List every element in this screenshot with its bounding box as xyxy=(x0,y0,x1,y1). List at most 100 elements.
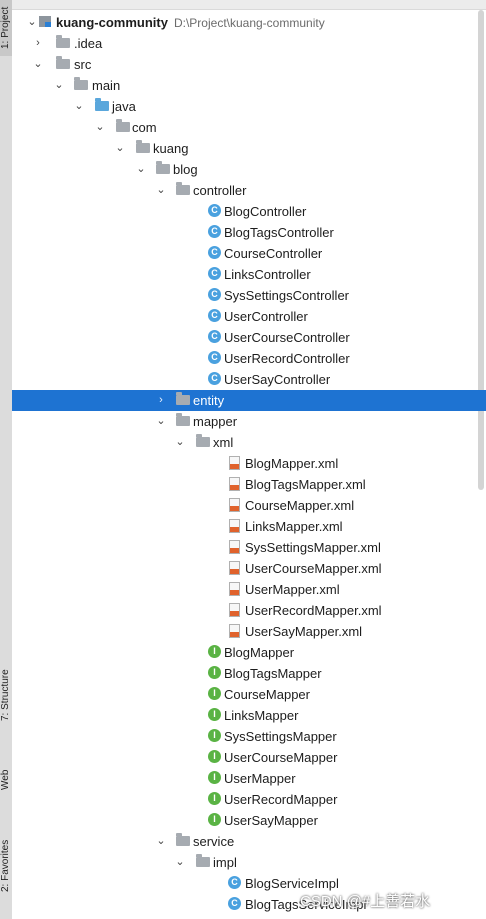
chevron-down-icon[interactable]: ⌄ xyxy=(73,98,85,114)
interface-file-node[interactable]: I BlogMapper xyxy=(12,642,486,663)
tree-node-label: impl xyxy=(213,855,237,870)
class-file-node[interactable]: C CourseController xyxy=(12,243,486,264)
chevron-down-icon[interactable]: ⌄ xyxy=(94,119,106,135)
chevron-down-icon[interactable]: ⌄ xyxy=(155,413,167,429)
tree-node-label: com xyxy=(132,120,157,135)
package-icon xyxy=(116,119,130,132)
tree-node-label: CourseController xyxy=(224,246,323,261)
tree-node-java[interactable]: ⌄ java xyxy=(12,96,486,117)
interface-file-node[interactable]: I UserMapper xyxy=(12,768,486,789)
tree-node-label: UserRecordMapper xyxy=(224,792,338,807)
class-file-node[interactable]: C UserController xyxy=(12,306,486,327)
class-icon: C xyxy=(208,309,221,322)
tree-node-controller[interactable]: ⌄ controller xyxy=(12,180,486,201)
interface-icon: I xyxy=(208,750,221,763)
xml-file-node[interactable]: BlogMapper.xml xyxy=(12,453,486,474)
class-file-node[interactable]: C SysSettingsController xyxy=(12,285,486,306)
tree-node-root[interactable]: ⌄ kuang-community D:\Project\kuang-commun… xyxy=(12,12,486,33)
interface-file-node[interactable]: I UserRecordMapper xyxy=(12,789,486,810)
tree-node-mapper[interactable]: ⌄ mapper xyxy=(12,411,486,432)
tree-node-label: UserSayController xyxy=(224,372,331,387)
tree-node-label: java xyxy=(112,99,136,114)
tree-node-label: main xyxy=(92,78,121,93)
xml-file-node[interactable]: BlogTagsMapper.xml xyxy=(12,474,486,495)
chevron-right-icon[interactable]: › xyxy=(32,35,44,51)
class-icon: C xyxy=(208,288,221,301)
tree-node-label: UserSayMapper.xml xyxy=(245,624,363,639)
module-icon xyxy=(39,16,51,27)
tree-node-xml[interactable]: ⌄ xml xyxy=(12,432,486,453)
source-folder-icon xyxy=(95,98,109,111)
chevron-down-icon[interactable]: ⌄ xyxy=(26,14,38,30)
chevron-down-icon[interactable]: ⌄ xyxy=(174,854,186,870)
folder-icon xyxy=(56,35,70,48)
interface-icon: I xyxy=(208,666,221,679)
chevron-down-icon[interactable]: ⌄ xyxy=(114,140,126,156)
interface-icon: I xyxy=(208,792,221,805)
tree-node-label: BlogMapper xyxy=(224,645,295,660)
tree-node-label: UserMapper.xml xyxy=(245,582,340,597)
tree-node-service[interactable]: ⌄ service xyxy=(12,831,486,852)
chevron-down-icon[interactable]: ⌄ xyxy=(135,161,147,177)
chevron-down-icon[interactable]: ⌄ xyxy=(174,434,186,450)
class-file-node[interactable]: C UserRecordController xyxy=(12,348,486,369)
tree-node-label: BlogTagsController xyxy=(224,225,334,240)
chevron-down-icon[interactable]: ⌄ xyxy=(53,77,65,93)
chevron-down-icon[interactable]: ⌄ xyxy=(155,833,167,849)
interface-icon: I xyxy=(208,687,221,700)
class-file-node[interactable]: C UserSayController xyxy=(12,369,486,390)
tree-node-idea[interactable]: › .idea xyxy=(12,33,486,54)
xml-file-icon xyxy=(229,498,240,512)
chevron-down-icon[interactable]: ⌄ xyxy=(32,56,44,72)
tree-node-main[interactable]: ⌄ main xyxy=(12,75,486,96)
tree-node-label: controller xyxy=(193,183,247,198)
package-icon xyxy=(176,833,190,846)
tree-node-label: UserCourseMapper xyxy=(224,750,338,765)
xml-file-icon xyxy=(229,540,240,554)
interface-file-node[interactable]: I LinksMapper xyxy=(12,705,486,726)
web-tool-tab[interactable]: Web xyxy=(0,760,12,800)
class-icon: C xyxy=(208,204,221,217)
tree-node-label: entity xyxy=(193,393,225,408)
favorites-tool-tab[interactable]: 2: Favorites xyxy=(0,826,12,906)
interface-icon: I xyxy=(208,645,221,658)
interface-icon: I xyxy=(208,708,221,721)
tree-node-com[interactable]: ⌄ com xyxy=(12,117,486,138)
interface-file-node[interactable]: I SysSettingsMapper xyxy=(12,726,486,747)
tree-node-label: UserCourseMapper.xml xyxy=(245,561,382,576)
class-file-node[interactable]: C BlogController xyxy=(12,201,486,222)
tree-node-src[interactable]: ⌄ src xyxy=(12,54,486,75)
tree-node-label: UserMapper xyxy=(224,771,296,786)
tree-node-entity[interactable]: › entity xyxy=(12,390,486,411)
chevron-right-icon[interactable]: › xyxy=(155,392,167,408)
tree-node-kuang[interactable]: ⌄ kuang xyxy=(12,138,486,159)
xml-file-node[interactable]: UserMapper.xml xyxy=(12,579,486,600)
xml-file-icon xyxy=(229,477,240,491)
xml-file-node[interactable]: LinksMapper.xml xyxy=(12,516,486,537)
interface-file-node[interactable]: I BlogTagsMapper xyxy=(12,663,486,684)
structure-tool-tab[interactable]: 7: Structure xyxy=(0,650,12,740)
xml-file-node[interactable]: UserCourseMapper.xml xyxy=(12,558,486,579)
interface-file-node[interactable]: I UserCourseMapper xyxy=(12,747,486,768)
tree-node-impl[interactable]: ⌄ impl xyxy=(12,852,486,873)
interface-file-node[interactable]: I CourseMapper xyxy=(12,684,486,705)
xml-file-node[interactable]: UserSayMapper.xml xyxy=(12,621,486,642)
xml-file-icon xyxy=(229,561,240,575)
class-file-node[interactable]: C BlogTagsController xyxy=(12,222,486,243)
tree-node-blog[interactable]: ⌄ blog xyxy=(12,159,486,180)
class-file-node[interactable]: C UserCourseController xyxy=(12,327,486,348)
xml-file-node[interactable]: CourseMapper.xml xyxy=(12,495,486,516)
xml-file-node[interactable]: UserRecordMapper.xml xyxy=(12,600,486,621)
tree-node-label: blog xyxy=(173,162,198,177)
xml-file-node[interactable]: SysSettingsMapper.xml xyxy=(12,537,486,558)
xml-file-icon xyxy=(229,519,240,533)
class-file-node[interactable]: C LinksController xyxy=(12,264,486,285)
tree-node-label: CourseMapper.xml xyxy=(245,498,355,513)
interface-file-node[interactable]: I UserSayMapper xyxy=(12,810,486,831)
chevron-down-icon[interactable]: ⌄ xyxy=(155,182,167,198)
project-tool-tab[interactable]: 1: Project xyxy=(0,0,12,56)
tree-node-label: LinksMapper xyxy=(224,708,299,723)
xml-file-icon xyxy=(229,624,240,638)
tree-node-label: .idea xyxy=(74,36,103,51)
tree-node-label: service xyxy=(193,834,235,849)
